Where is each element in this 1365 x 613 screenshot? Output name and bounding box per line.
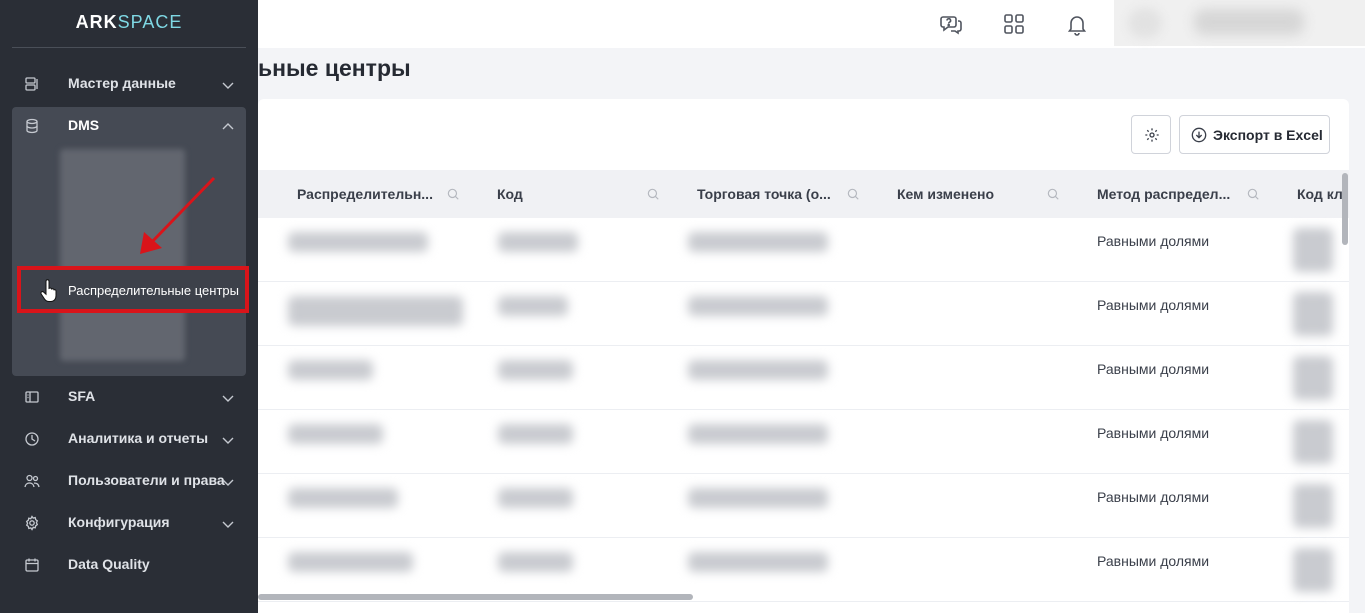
hand-cursor-icon — [40, 279, 58, 303]
sidebar-item-sfa[interactable]: SFA — [12, 376, 246, 418]
table-card: Экспорт в Excel Распределительн... Код Т… — [258, 99, 1349, 613]
chevron-down-icon — [222, 475, 234, 487]
blurred-cell — [288, 424, 383, 444]
blurred-cell — [688, 488, 828, 508]
sidebar-subitem-label: Распределительные центры — [68, 283, 239, 298]
gear-icon — [1145, 128, 1159, 142]
chevron-down-icon — [222, 433, 234, 445]
blurred-cell — [1293, 420, 1333, 464]
column-header[interactable]: Метод распредел... — [1097, 170, 1230, 218]
sidebar-item-data-quality[interactable]: Data Quality — [12, 544, 246, 586]
blurred-cell — [498, 360, 573, 380]
blurred-cell — [688, 296, 828, 316]
user-profile[interactable] — [1114, 0, 1365, 46]
blurred-cell — [1293, 292, 1333, 336]
blurred-cell — [498, 488, 573, 508]
table-row[interactable]: Равными долями — [258, 410, 1349, 474]
avatar — [1128, 8, 1162, 38]
blurred-cell — [688, 424, 828, 444]
table-row[interactable]: Равными долями — [258, 474, 1349, 538]
calendar-icon — [24, 557, 40, 573]
blurred-cell — [688, 552, 828, 572]
blurred-cell — [288, 296, 463, 326]
sidebar-item-analytics[interactable]: Аналитика и отчеты — [12, 418, 246, 460]
logo-right: SPACE — [117, 12, 183, 32]
distribution-method-cell: Равными долями — [1097, 489, 1210, 505]
users-icon — [24, 473, 40, 489]
download-icon — [1191, 127, 1207, 143]
gear-icon — [24, 515, 40, 531]
sidebar-item-label: Мастер данные — [68, 75, 176, 91]
sidebar-item-label: SFA — [68, 388, 96, 404]
vertical-scrollbar[interactable] — [1340, 171, 1349, 613]
blurred-cell — [688, 232, 828, 252]
sidebar-item-label: Конфигурация — [68, 514, 170, 530]
blurred-cell — [498, 552, 573, 572]
blurred-cell — [288, 232, 428, 252]
help-chat-icon[interactable] — [939, 12, 963, 36]
table-row[interactable]: Равными долями — [258, 218, 1349, 282]
annotation-arrow — [130, 170, 230, 260]
blurred-cell — [1293, 228, 1333, 272]
chevron-down-icon — [222, 517, 234, 529]
blurred-cell — [288, 488, 398, 508]
blurred-cell — [288, 552, 413, 572]
distribution-method-cell: Равными долями — [1097, 233, 1210, 249]
master-data-icon — [24, 76, 40, 92]
sidebar-item-users[interactable]: Пользователи и права — [12, 460, 246, 502]
sfa-icon — [24, 389, 40, 405]
blurred-cell — [1293, 484, 1333, 528]
chevron-down-icon — [222, 391, 234, 403]
blurred-cell — [498, 232, 578, 252]
vertical-scroll-thumb[interactable] — [1342, 173, 1348, 245]
table-row[interactable]: Равными долями — [258, 346, 1349, 410]
logo[interactable]: ARKSPACE — [0, 12, 258, 33]
divider — [12, 47, 246, 48]
distribution-method-cell: Равными долями — [1097, 553, 1210, 569]
column-search-icon[interactable] — [1246, 187, 1260, 201]
blurred-cell — [498, 296, 568, 316]
distribution-method-cell: Равными долями — [1097, 297, 1210, 313]
column-header[interactable]: Код кл — [1297, 170, 1343, 218]
column-header[interactable]: Кем изменено — [897, 170, 994, 218]
sidebar-item-dms[interactable]: DMS — [12, 105, 246, 147]
distribution-method-cell: Равными долями — [1097, 425, 1210, 441]
sidebar-item-label: Аналитика и отчеты — [68, 430, 209, 446]
blurred-cell — [498, 424, 573, 444]
column-search-icon[interactable] — [446, 187, 460, 201]
blurred-cell — [1293, 356, 1333, 400]
export-label: Экспорт в Excel — [1213, 126, 1323, 143]
blurred-cell — [688, 360, 828, 380]
horizontal-scrollbar[interactable] — [258, 592, 1341, 601]
sidebar-item-configuration[interactable]: Конфигурация — [12, 502, 246, 544]
apps-grid-icon[interactable] — [1002, 12, 1026, 36]
chevron-up-icon — [222, 120, 234, 132]
distribution-method-cell: Равными долями — [1097, 361, 1210, 377]
column-header[interactable]: Распределительн... — [297, 170, 433, 218]
table-settings-button[interactable] — [1131, 115, 1171, 154]
user-name-blurred — [1194, 9, 1304, 35]
column-header[interactable]: Код — [497, 170, 523, 218]
page-title: ьные центры — [258, 55, 411, 81]
table-header: Распределительн... Код Торговая точка (о… — [258, 170, 1349, 218]
horizontal-scroll-thumb[interactable] — [258, 594, 693, 600]
sidebar-item-master-data[interactable]: Мастер данные — [12, 63, 246, 105]
database-icon — [24, 118, 40, 134]
logo-left: ARK — [75, 12, 118, 32]
bell-icon[interactable] — [1065, 12, 1089, 36]
export-excel-button[interactable]: Экспорт в Excel — [1179, 115, 1330, 154]
analytics-icon — [24, 431, 40, 447]
sidebar: ARKSPACE Мастер данные DMS Распределител… — [0, 0, 258, 613]
sidebar-item-label: Data Quality — [68, 556, 150, 572]
column-search-icon[interactable] — [846, 187, 860, 201]
blurred-cell — [1293, 548, 1333, 592]
column-header[interactable]: Торговая точка (о... — [697, 170, 831, 218]
sidebar-item-label: Пользователи и права — [68, 472, 225, 488]
sidebar-item-label: DMS — [68, 117, 100, 133]
column-search-icon[interactable] — [1046, 187, 1060, 201]
blurred-cell — [288, 360, 373, 380]
column-search-icon[interactable] — [646, 187, 660, 201]
table-row[interactable]: Равными долями — [258, 282, 1349, 346]
chevron-down-icon — [222, 78, 234, 90]
